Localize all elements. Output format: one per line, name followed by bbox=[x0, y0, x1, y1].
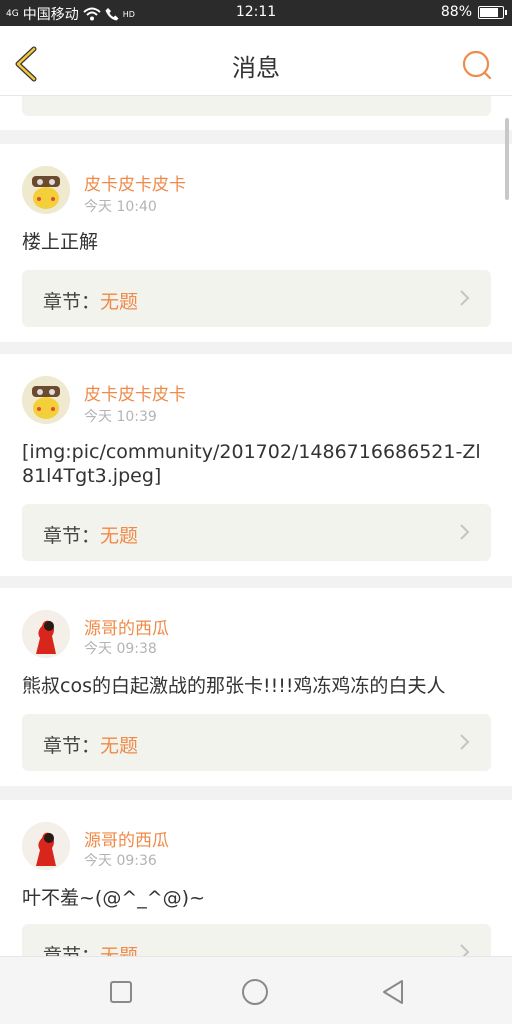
message-text: 熊叔cos的白起激战的那张卡!!!!鸡冻鸡冻的白夫人 bbox=[22, 675, 446, 697]
message-card: 源哥的西瓜 今天 09:38 熊叔cos的白起激战的那张卡!!!!鸡冻鸡冻的白夫… bbox=[0, 588, 512, 786]
chapter-link[interactable]: 章节：无题 bbox=[22, 270, 491, 327]
message-text: 叶不羞~(@^_^@)~ bbox=[22, 887, 206, 909]
chapter-label: 章节：无题 bbox=[43, 291, 139, 313]
previous-message-card bbox=[0, 96, 512, 130]
chapter-value: 无题 bbox=[100, 945, 139, 956]
nav-back-button[interactable] bbox=[378, 977, 408, 1007]
chapter-label: 章节：无题 bbox=[43, 735, 139, 757]
square-icon bbox=[110, 981, 132, 1003]
recents-button[interactable] bbox=[106, 977, 136, 1007]
status-time: 12:11 bbox=[235, 4, 277, 20]
chevron-right-icon bbox=[460, 734, 470, 750]
chapter-box-partial[interactable] bbox=[22, 96, 491, 116]
message-card: 皮卡皮卡皮卡 今天 10:40 楼上正解 章节：无题 bbox=[0, 144, 512, 342]
battery-icon bbox=[478, 5, 507, 19]
message-list[interactable]: 皮卡皮卡皮卡 今天 10:40 楼上正解 章节：无题 皮卡皮卡皮卡 今天 10:… bbox=[0, 96, 512, 956]
search-button[interactable] bbox=[460, 48, 494, 82]
chevron-right-icon bbox=[460, 290, 470, 306]
chapter-value: 无题 bbox=[100, 525, 139, 547]
message-card: 源哥的西瓜 今天 09:36 叶不羞~(@^_^@)~ 章节：无题 bbox=[0, 800, 512, 956]
circle-icon bbox=[242, 979, 268, 1005]
status-right: 88% bbox=[440, 4, 507, 20]
home-button[interactable] bbox=[240, 977, 270, 1007]
message-time: 今天 10:40 bbox=[84, 199, 157, 215]
message-text: [img:pic/community/201702/1486716686521-… bbox=[22, 441, 481, 487]
avatar[interactable] bbox=[22, 822, 70, 870]
scrollbar[interactable] bbox=[505, 118, 509, 200]
chapter-link[interactable]: 章节：无题 bbox=[22, 504, 491, 561]
author-name[interactable]: 源哥的西瓜 bbox=[84, 826, 169, 851]
message-card: 皮卡皮卡皮卡 今天 10:39 [img:pic/community/20170… bbox=[0, 354, 512, 576]
header: 消息 bbox=[0, 26, 512, 96]
message-text: 楼上正解 bbox=[22, 231, 99, 253]
chevron-right-icon bbox=[460, 524, 470, 540]
message-time: 今天 09:36 bbox=[84, 853, 157, 869]
avatar[interactable] bbox=[22, 166, 70, 214]
message-time: 今天 10:39 bbox=[84, 409, 157, 425]
chapter-label: 章节：无题 bbox=[43, 525, 139, 547]
chapter-value: 无题 bbox=[100, 291, 139, 313]
battery-text: 88% bbox=[440, 4, 472, 20]
system-nav-bar bbox=[0, 956, 512, 1024]
search-icon bbox=[462, 50, 492, 80]
status-bar: 4G 中国移动 HD 12:11 88% bbox=[0, 0, 512, 26]
author-name[interactable]: 皮卡皮卡皮卡 bbox=[84, 170, 186, 195]
chapter-link[interactable]: 章节：无题 bbox=[22, 714, 491, 771]
avatar[interactable] bbox=[22, 376, 70, 424]
chapter-link[interactable]: 章节：无题 bbox=[22, 924, 491, 956]
author-name[interactable]: 皮卡皮卡皮卡 bbox=[84, 380, 186, 405]
message-time: 今天 09:38 bbox=[84, 641, 157, 657]
page-title: 消息 bbox=[232, 54, 280, 82]
author-name[interactable]: 源哥的西瓜 bbox=[84, 614, 169, 639]
chevron-right-icon bbox=[460, 944, 470, 956]
chapter-label: 章节：无题 bbox=[43, 941, 138, 956]
chapter-value: 无题 bbox=[100, 735, 139, 757]
triangle-back-icon bbox=[383, 980, 403, 1004]
avatar[interactable] bbox=[22, 610, 70, 658]
